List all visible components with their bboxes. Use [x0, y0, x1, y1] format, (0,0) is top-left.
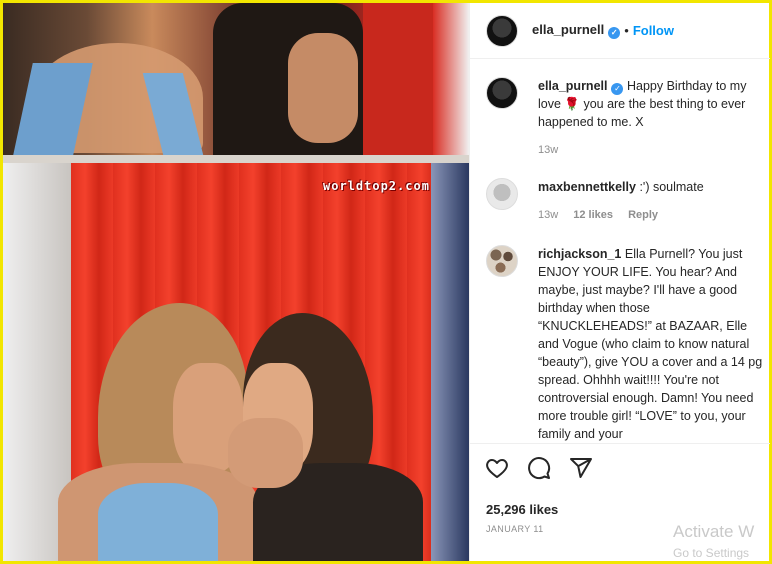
caption-age: 13w	[538, 144, 559, 156]
activate-windows-title: Activate W	[673, 522, 755, 541]
reply-button[interactable]: Reply	[628, 209, 658, 221]
post-header: ella_purnell ✓ • Follow	[470, 3, 770, 59]
activate-windows-subtitle: Go to Settings	[673, 546, 750, 560]
comment-likes[interactable]: 12 likes	[573, 209, 613, 221]
separator-dot: •	[624, 23, 629, 38]
comment-text: :') soulmate	[639, 180, 704, 194]
avatar[interactable]	[486, 178, 518, 210]
follow-button[interactable]: Follow	[633, 23, 674, 38]
comment-age: 13w	[538, 209, 559, 221]
photo-strip-bottom	[3, 163, 469, 561]
likes-count[interactable]: 25,296 likes	[486, 502, 558, 517]
comment-username[interactable]: maxbennettkelly	[538, 180, 636, 194]
comment-text: Ella Purnell? You just ENJOY YOUR LIFE. …	[538, 247, 763, 441]
avatar[interactable]	[486, 77, 518, 109]
caption-username[interactable]: ella_purnell	[538, 79, 607, 93]
comment-icon[interactable]	[526, 456, 552, 480]
caption: ella_purnell ✓ Happy Birthday to my love …	[486, 77, 766, 159]
post-date[interactable]: JANUARY 11	[486, 524, 544, 534]
comment-username[interactable]: richjackson_1	[538, 247, 621, 261]
avatar[interactable]	[486, 14, 518, 47]
avatar[interactable]	[486, 245, 518, 277]
verified-badge-icon: ✓	[611, 83, 624, 95]
username-link[interactable]: ella_purnell ✓	[532, 22, 621, 39]
photo-strip-divider	[3, 155, 469, 163]
comment-item: richjackson_1 Ella Purnell? You just ENJ…	[486, 245, 766, 443]
verified-badge-icon: ✓	[608, 27, 621, 39]
comment-item: maxbennettkelly :') soulmate 13w 12 like…	[486, 178, 766, 224]
share-icon[interactable]	[568, 456, 594, 480]
watermark: worldtop2.com	[323, 179, 430, 193]
heart-icon[interactable]	[484, 456, 510, 480]
post-photo[interactable]: worldtop2.com	[3, 3, 469, 561]
action-bar: 25,296 likes JANUARY 11	[470, 443, 770, 561]
comment-list[interactable]: ella_purnell ✓ Happy Birthday to my love …	[470, 60, 770, 443]
photo-strip-top	[3, 3, 469, 155]
post-side-panel: ella_purnell ✓ • Follow ella_purnell ✓ Hap…	[469, 3, 770, 561]
